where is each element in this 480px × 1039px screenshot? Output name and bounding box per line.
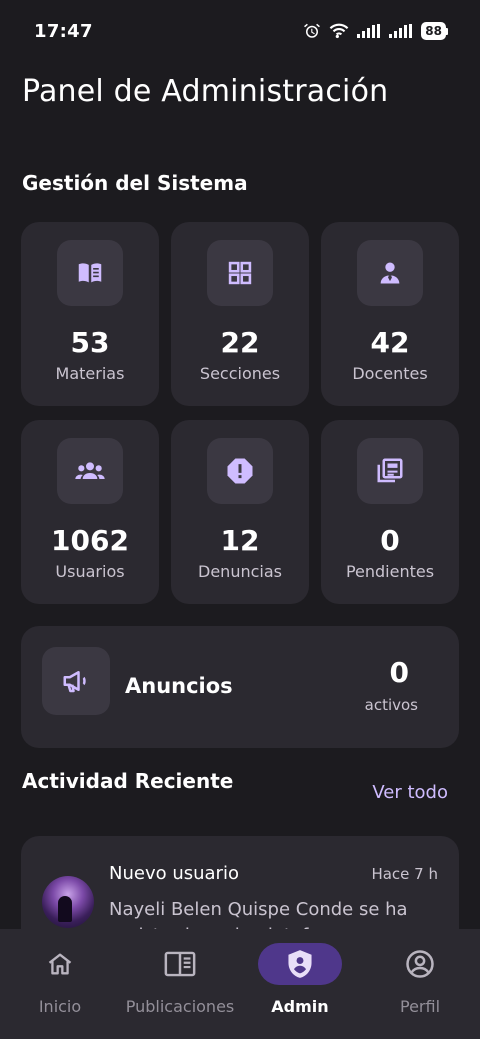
teacher-icon [357,240,423,306]
article-icon [138,943,222,985]
page-title: Panel de Administración [22,74,389,109]
stat-value: 0 [380,524,400,557]
stat-value: 22 [220,326,260,359]
profile-icon [378,943,462,985]
stat-value: 42 [370,326,410,359]
home-icon [18,943,102,985]
battery-level: 88 [421,22,446,40]
report-icon [207,438,273,504]
nav-label: Publicaciones [125,997,235,1016]
stat-card-secciones[interactable]: 22 Secciones [171,222,309,406]
stat-card-usuarios[interactable]: 1062 Usuarios [21,420,159,604]
battery-icon: 88 [421,22,448,40]
stat-card-denuncias[interactable]: 12 Denuncias [171,420,309,604]
activity-time: Hace 7 h [371,865,438,883]
wifi-icon [329,23,349,39]
announcements-count: 0 [389,656,409,689]
newspaper-icon [357,438,423,504]
announcements-sub: activos [364,696,418,714]
nav-label: Inicio [38,997,82,1016]
nav-label: Admin [271,997,329,1016]
section-title-recent: Actividad Reciente [22,769,234,793]
nav-item-inicio[interactable]: Inicio [0,929,120,1039]
grid-icon [207,240,273,306]
nav-label: Perfil [399,997,441,1016]
megaphone-icon [42,647,110,715]
section-title-system: Gestión del Sistema [22,171,248,195]
stat-card-materias[interactable]: 53 Materias [21,222,159,406]
status-bar: 17:47 88 [0,0,480,62]
stat-label: Docentes [352,364,428,383]
status-icons: 88 [303,22,448,40]
nav-item-publicaciones[interactable]: Publicaciones [120,929,240,1039]
stat-label: Usuarios [55,562,125,581]
stat-value: 12 [220,524,260,557]
signal-icon [389,24,413,38]
status-time: 17:47 [34,20,93,42]
stat-label: Pendientes [345,562,435,581]
announcements-card[interactable]: Anuncios 0 activos [21,626,459,748]
book-icon [57,240,123,306]
admin-shield-icon [258,943,342,985]
see-all-link[interactable]: Ver todo [372,782,448,803]
stat-value: 1062 [51,524,129,557]
users-icon [57,438,123,504]
nav-item-admin[interactable]: Admin [240,929,360,1039]
stat-label: Denuncias [198,562,282,581]
signal-icon [357,24,381,38]
announcements-title: Anuncios [125,674,233,698]
stats-grid: 53 Materias 22 Secciones 42 Docentes 106… [21,222,459,604]
stat-card-pendientes[interactable]: 0 Pendientes [321,420,459,604]
stat-value: 53 [70,326,110,359]
stat-card-docentes[interactable]: 42 Docentes [321,222,459,406]
bottom-nav: Inicio Publicaciones Admin Perfil [0,929,480,1039]
nav-item-perfil[interactable]: Perfil [360,929,480,1039]
alarm-icon [303,22,321,40]
stat-label: Secciones [199,364,281,383]
avatar [42,876,94,928]
activity-title: Nuevo usuario [109,863,239,884]
stat-label: Materias [55,364,125,383]
